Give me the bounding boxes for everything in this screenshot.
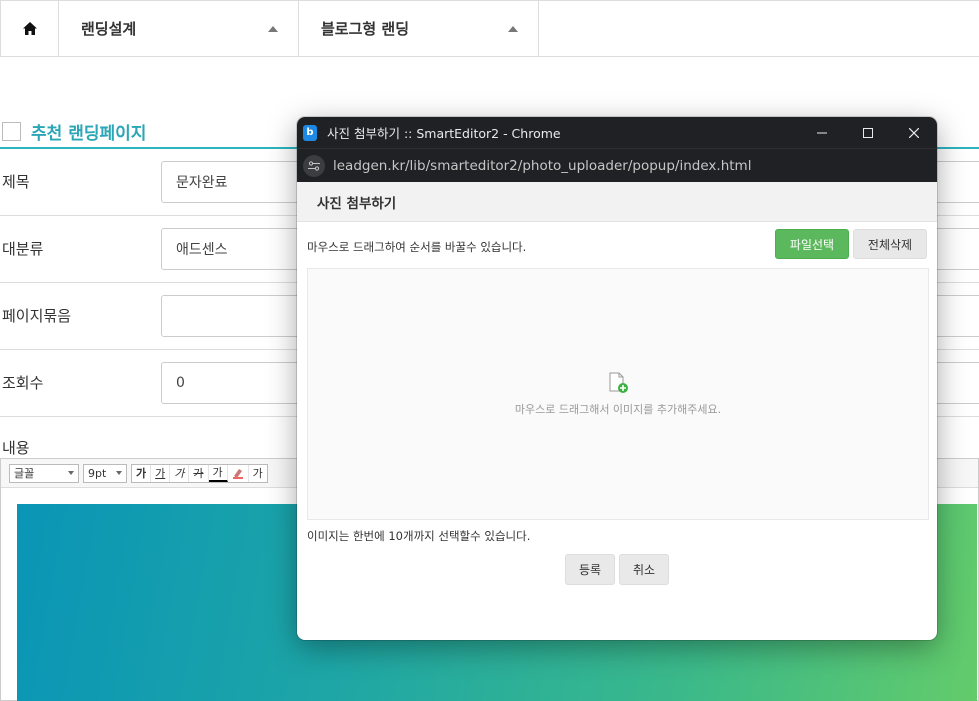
caret-up-icon	[268, 25, 278, 32]
window-titlebar: b 사진 첨부하기 :: SmartEditor2 - Chrome	[297, 117, 937, 148]
popup-heading: 사진 첨부하기	[297, 182, 937, 222]
file-select-button[interactable]: 파일선택	[775, 229, 849, 259]
close-icon	[909, 127, 919, 138]
caret-up-icon	[508, 25, 518, 32]
popup-action-bar: 마우스로 드래그하여 순서를 바꿀수 있습니다. 파일선택 전체삭제	[297, 227, 937, 261]
highlight-button[interactable]	[228, 464, 249, 482]
app-logo-icon: b	[303, 124, 317, 141]
top-nav: 랜딩설계 블로그형 랜딩	[0, 0, 979, 57]
delete-all-button[interactable]: 전체삭제	[853, 229, 927, 259]
home-icon	[22, 22, 37, 35]
drag-hint: 마우스로 드래그하여 순서를 바꿀수 있습니다.	[307, 240, 527, 254]
tune-icon	[308, 160, 320, 171]
url-text[interactable]: leadgen.kr/lib/smarteditor2/photo_upload…	[333, 158, 751, 174]
nav-item-label: 블로그형 랜딩	[321, 20, 410, 38]
nav-item-blog-landing[interactable]: 블로그형 랜딩	[299, 1, 539, 56]
home-button[interactable]	[0, 1, 59, 56]
close-button[interactable]	[891, 117, 937, 148]
image-dropzone[interactable]: 마우스로 드래그해서 이미지를 추가해주세요.	[307, 268, 929, 520]
size-select-value: 9pt	[88, 466, 107, 480]
minimize-icon	[817, 132, 827, 133]
more-format-button[interactable]: 가	[249, 465, 267, 482]
content-label: 내용	[2, 439, 30, 457]
chevron-down-icon	[68, 471, 74, 475]
views-label: 조회수	[2, 374, 44, 392]
maximize-button[interactable]	[845, 117, 891, 148]
format-button-group: 가 가 가 가 가 가	[131, 463, 268, 483]
strikethrough-button[interactable]: 가	[189, 464, 209, 482]
minimize-button[interactable]	[799, 117, 845, 148]
site-info-button[interactable]	[303, 154, 325, 177]
chevron-down-icon	[116, 471, 122, 475]
bold-button[interactable]: 가	[132, 464, 152, 482]
upload-limit-text: 이미지는 한번에 10개까지 선택할수 있습니다.	[307, 529, 531, 543]
page-group-label: 페이지묶음	[2, 307, 72, 325]
cancel-button[interactable]: 취소	[619, 554, 669, 585]
title-label: 제목	[2, 173, 30, 191]
underline-button[interactable]: 가	[151, 464, 171, 482]
maximize-icon	[863, 127, 873, 138]
dropzone-text: 마우스로 드래그해서 이미지를 추가해주세요.	[514, 403, 722, 416]
category-label: 대분류	[2, 240, 44, 258]
font-select-value: 글꼴	[14, 467, 35, 480]
address-bar: leadgen.kr/lib/smarteditor2/photo_upload…	[297, 148, 937, 182]
submit-button[interactable]: 등록	[565, 554, 615, 585]
nav-item-label: 랜딩설계	[81, 20, 137, 38]
font-color-button[interactable]: 가	[208, 464, 228, 482]
add-file-icon	[609, 372, 628, 393]
italic-button[interactable]: 가	[170, 464, 190, 482]
window-title: 사진 첨부하기 :: SmartEditor2 - Chrome	[327, 126, 561, 141]
highlighter-icon	[232, 469, 243, 479]
size-select[interactable]: 9pt	[83, 463, 127, 483]
section-title: 추천 랜딩페이지	[31, 124, 147, 144]
recommend-checkbox[interactable]	[2, 122, 21, 141]
font-select[interactable]: 글꼴	[9, 463, 79, 483]
photo-upload-popup: b 사진 첨부하기 :: SmartEditor2 - Chrome leadg…	[297, 117, 937, 640]
nav-item-landing-design[interactable]: 랜딩설계	[59, 1, 299, 56]
